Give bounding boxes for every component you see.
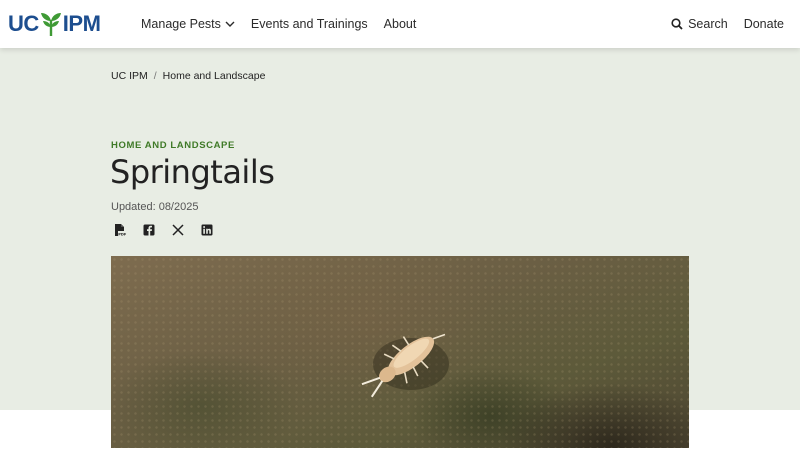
- breadcrumb: UC IPM / Home and Landscape: [111, 70, 265, 82]
- breadcrumb-item-home-landscape[interactable]: Home and Landscape: [163, 70, 266, 82]
- nav-about[interactable]: About: [384, 17, 417, 31]
- updated-date: Updated: 08/2025: [111, 201, 199, 213]
- chevron-down-icon: [225, 21, 235, 27]
- nav-about-label: About: [383, 17, 417, 31]
- nav-events-trainings[interactable]: Events and Trainings: [251, 17, 368, 31]
- main-nav: Manage Pests Events and Trainings About: [141, 0, 416, 48]
- nav-manage-pests-label: Manage Pests: [141, 17, 221, 31]
- header-actions: Search Donate: [671, 0, 784, 48]
- search-button[interactable]: Search: [671, 17, 728, 31]
- pdf-icon[interactable]: PDF: [113, 223, 127, 237]
- search-label: Search: [688, 17, 728, 31]
- share-toolbar: PDF: [113, 223, 214, 237]
- svg-text:PDF: PDF: [118, 232, 127, 236]
- nav-events-trainings-label: Events and Trainings: [250, 17, 368, 31]
- logo-text-uc: UC: [8, 11, 39, 36]
- x-icon[interactable]: [171, 223, 185, 237]
- breadcrumb-separator: /: [153, 70, 157, 82]
- uc-ipm-logo[interactable]: UC IPM: [8, 11, 101, 36]
- logo-text-ipm: IPM: [62, 11, 101, 36]
- search-icon: [671, 18, 683, 30]
- breadcrumb-item-uc-ipm[interactable]: UC IPM: [111, 70, 148, 82]
- facebook-icon[interactable]: [142, 223, 156, 237]
- leaf-icon: [40, 13, 61, 36]
- category-eyebrow[interactable]: HOME AND LANDSCAPE: [111, 140, 235, 151]
- nav-manage-pests[interactable]: Manage Pests: [141, 17, 235, 31]
- linkedin-icon[interactable]: [200, 223, 214, 237]
- donate-link[interactable]: Donate: [744, 17, 784, 31]
- page-title: Springtails: [110, 153, 275, 191]
- site-header: UC IPM Manage Pests Events and Trainings…: [0, 0, 800, 48]
- springtail-illustration: [361, 333, 449, 398]
- springtail-photo: [111, 256, 689, 448]
